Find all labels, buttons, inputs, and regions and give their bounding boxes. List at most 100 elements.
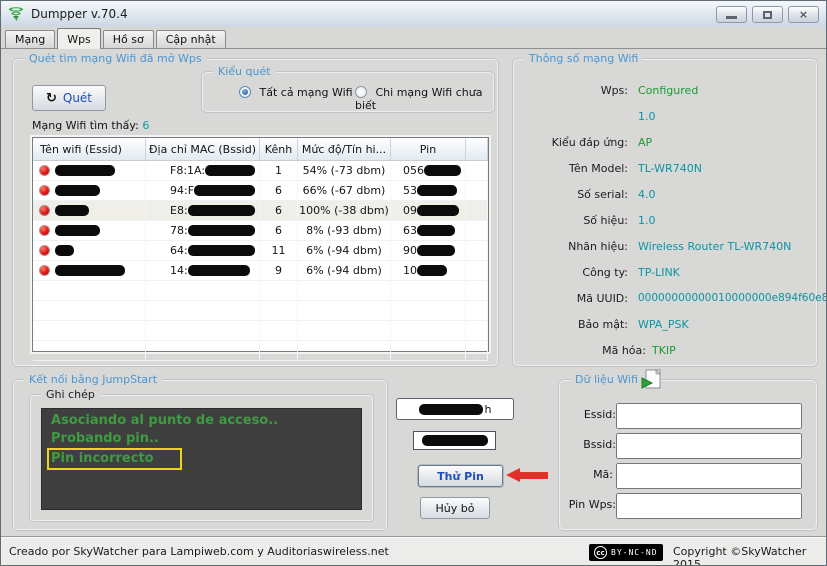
redacted-essid <box>55 165 115 176</box>
info-row: Công ty: TP-LINK <box>528 260 808 286</box>
radio-all-wifi[interactable]: Tất cả mạng Wifi <box>239 86 353 99</box>
table-row-empty <box>33 301 488 321</box>
redacted-mac <box>194 185 255 196</box>
jumpstart-groupbox: Kết nối bằng JumpStart Ghi chép Asociand… <box>13 380 387 530</box>
cell-signal: 54% (-73 dbm) <box>298 161 391 180</box>
cell-signal: 6% (-94 dbm) <box>298 241 391 260</box>
tab-mang[interactable]: Mạng <box>5 30 55 48</box>
maximize-button[interactable] <box>752 6 783 23</box>
status-bar: Creado por SkyWatcher para Lampiweb.com … <box>1 536 826 565</box>
redacted-mac <box>188 225 255 236</box>
info-value: Wireless Router TL-WR740N <box>638 240 791 253</box>
jumpstart-title: Kết nối bằng JumpStart <box>24 373 162 386</box>
networks-table[interactable]: Tên wifi (Essid) Địa chỉ MAC (Bssid) Kên… <box>32 137 489 352</box>
current-pin-field[interactable] <box>413 431 496 450</box>
table-row[interactable]: 94:F 6 66% (-67 dbm) 53 <box>33 181 488 201</box>
tab-cap-nhat[interactable]: Cập nhật <box>156 30 226 48</box>
header-signal[interactable]: Mức độ/Tín hi... <box>298 138 391 160</box>
table-row[interactable]: 78: 6 8% (-93 dbm) 63 <box>33 221 488 241</box>
info-value: TKIP <box>652 344 676 357</box>
cell-pin: 63 <box>391 221 466 240</box>
close-button[interactable]: × <box>788 6 819 23</box>
cc-icon: cc <box>594 546 607 559</box>
redacted-pin <box>417 205 459 216</box>
cell-bssid: F8:1A: <box>146 161 260 180</box>
info-value: Configured <box>638 84 698 97</box>
log-title: Ghi chép <box>41 388 100 401</box>
radio-unknown-wifi[interactable]: Chi mạng Wifi chưa biết <box>355 86 493 112</box>
header-spacer <box>466 138 488 160</box>
table-row[interactable]: 64: 11 6% (-94 dbm) 90 <box>33 241 488 261</box>
jumpstart-log[interactable]: Asociando al punto de acceso.. Probando … <box>41 408 362 510</box>
redacted-pin-value <box>422 435 488 446</box>
cell-pin: 10 <box>391 261 466 280</box>
network-led-icon <box>40 226 49 235</box>
network-led-icon <box>40 166 49 175</box>
info-label: Mã hóa: <box>528 344 646 357</box>
tab-wps[interactable]: Wps <box>57 28 101 49</box>
credit-text: Creado por SkyWatcher para Lampiweb.com … <box>9 545 389 558</box>
info-row: Mã UUID: 00000000000010000000e894f60e8f1… <box>528 286 808 312</box>
info-label: Wps: <box>528 84 628 97</box>
cell-spacer <box>466 241 488 260</box>
table-row[interactable]: F8:1A: 1 54% (-73 dbm) 056 <box>33 161 488 181</box>
header-essid[interactable]: Tên wifi (Essid) <box>33 138 146 160</box>
cell-spacer <box>466 181 488 200</box>
try-pin-button[interactable]: Thử Pin <box>418 465 503 487</box>
table-row[interactable]: 14: 9 6% (-94 dbm) 10 <box>33 261 488 281</box>
info-row: 1.0 <box>528 104 808 130</box>
header-bssid[interactable]: Địa chỉ MAC (Bssid) <box>146 138 260 160</box>
log-line: Asociando al punto de acceso.. <box>51 412 352 430</box>
key-label: Mã: <box>593 468 613 481</box>
info-value: TP-LINK <box>638 266 680 279</box>
info-value: WPA_PSK <box>638 318 689 331</box>
tab-ho-so[interactable]: Hồ sơ <box>103 30 154 48</box>
header-channel[interactable]: Kênh <box>260 138 298 160</box>
log-line-highlighted: Pin incorrecto <box>47 448 182 470</box>
selected-network-button[interactable]: h <box>396 398 514 420</box>
cell-signal: 100% (-38 dbm) <box>298 201 391 220</box>
key-field[interactable] <box>616 463 802 489</box>
cell-essid <box>33 181 146 200</box>
scan-button[interactable]: ↻ Quét <box>32 85 106 111</box>
cell-channel: 6 <box>260 201 298 220</box>
cell-pin: 09 <box>391 201 466 220</box>
cc-license-badge: cc BY-NC-ND <box>589 544 663 561</box>
cell-pin: 056 <box>391 161 466 180</box>
info-label: Tên Model: <box>528 162 628 175</box>
bssid-field[interactable] <box>616 433 802 459</box>
info-row: Nhãn hiệu: Wireless Router TL-WR740N <box>528 234 808 260</box>
info-value: 1.0 <box>638 110 656 123</box>
cell-essid <box>33 261 146 280</box>
wifi-data-title: Dữ liệu Wifi <box>570 373 643 386</box>
radio-unknown-wifi-label: Chi mạng Wifi chưa biết <box>355 86 482 112</box>
log-line: Probando pin.. <box>51 430 352 448</box>
minimize-button[interactable] <box>716 6 747 23</box>
info-label: Nhãn hiệu: <box>528 240 628 253</box>
info-row: Tên Model: TL-WR740N <box>528 156 808 182</box>
table-row-selected[interactable]: E8: 6 100% (-38 dbm) 09 <box>33 201 488 221</box>
cell-essid <box>33 241 146 260</box>
close-icon: × <box>799 9 808 20</box>
redacted-mac <box>188 205 255 216</box>
cell-channel: 11 <box>260 241 298 260</box>
essid-label: Essid: <box>584 408 616 421</box>
info-value: AP <box>638 136 652 149</box>
essid-field[interactable] <box>616 403 802 429</box>
cell-pin: 53 <box>391 181 466 200</box>
cell-channel: 6 <box>260 221 298 240</box>
wifi-info-groupbox: Thông số mạng Wifi Wps: Configured 1.0 K… <box>513 59 817 366</box>
cell-essid <box>33 161 146 180</box>
export-data-icon[interactable] <box>640 369 662 393</box>
cancel-button[interactable]: Hủy bỏ <box>420 497 490 519</box>
networks-table-header: Tên wifi (Essid) Địa chỉ MAC (Bssid) Kên… <box>33 138 488 161</box>
header-pin[interactable]: Pin <box>391 138 466 160</box>
license-type: BY-NC-ND <box>611 548 658 557</box>
redacted-essid <box>55 265 125 276</box>
pin-wps-field[interactable] <box>616 493 802 519</box>
redacted-network-name <box>419 404 483 415</box>
wifi-data-groupbox: Dữ liệu Wifi Essid: Bssid: Mã: Pin Wps: <box>559 380 817 530</box>
field-row: Bssid: <box>560 433 816 463</box>
cell-channel: 9 <box>260 261 298 280</box>
info-label: Mã UUID: <box>528 292 628 305</box>
